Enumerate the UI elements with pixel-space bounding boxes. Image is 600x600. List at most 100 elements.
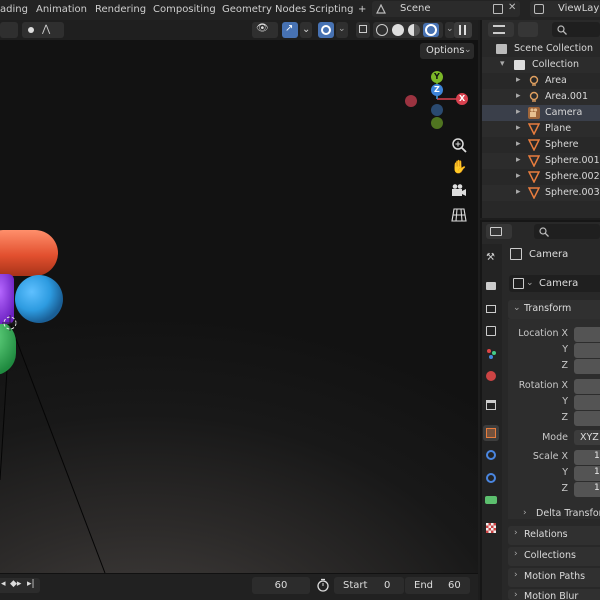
chevron-right-icon[interactable]: ▸ xyxy=(516,75,521,85)
location-y-field[interactable] xyxy=(574,343,600,358)
chevron-right-icon[interactable]: ▸ xyxy=(516,139,521,149)
outliner-row-area-001[interactable]: ▸ Area.001 xyxy=(482,89,600,105)
rotation-z-field[interactable] xyxy=(574,411,600,426)
delta-transform-subpanel[interactable]: › Delta Transform xyxy=(520,508,600,522)
view-layer-selector[interactable]: ViewLaye xyxy=(530,1,600,17)
chevron-down-icon[interactable]: ▾ xyxy=(500,59,505,69)
tab-animation[interactable]: Animation xyxy=(36,4,87,15)
solid-shading-icon[interactable] xyxy=(392,24,404,36)
outliner-row-area[interactable]: ▸ Area xyxy=(482,73,600,89)
rotation-y-field[interactable] xyxy=(574,395,600,410)
scene-selector[interactable]: Scene ✕ xyxy=(372,1,520,17)
view-layer-name[interactable]: ViewLaye xyxy=(558,3,600,14)
tab-output[interactable] xyxy=(483,301,499,317)
stopwatch-icon[interactable] xyxy=(316,578,330,592)
chevron-right-icon[interactable]: ▸ xyxy=(516,123,521,133)
tab-shading[interactable]: ading xyxy=(0,4,28,15)
pause-render-button[interactable] xyxy=(454,22,472,38)
editor-type-button[interactable] xyxy=(488,22,514,37)
end-label: End xyxy=(414,580,434,591)
outliner-row-scene-collection[interactable]: Scene Collection xyxy=(482,41,600,57)
tab-texture[interactable] xyxy=(483,520,499,536)
outliner-row-camera[interactable]: ▸ Camera xyxy=(482,105,600,121)
camera-view-button[interactable] xyxy=(451,183,467,199)
tab-collection[interactable] xyxy=(483,397,499,413)
object-icon xyxy=(513,278,524,289)
object-datablock-field[interactable]: ⌄ Camera xyxy=(509,275,600,292)
current-frame-field[interactable]: 60 xyxy=(252,577,310,594)
xray-toggle[interactable] xyxy=(356,22,370,38)
tab-compositing[interactable]: Compositing xyxy=(153,4,216,15)
chevron-right-icon[interactable]: ▸ xyxy=(516,187,521,197)
motion-paths-panel-header[interactable]: › Motion Paths xyxy=(508,568,600,587)
options-button[interactable]: Options ⌄ xyxy=(420,43,474,59)
motion-blur-panel-header[interactable]: › Motion Blur xyxy=(508,589,600,600)
copy-scene-icon[interactable] xyxy=(493,4,503,14)
shading-mode-group[interactable] xyxy=(373,22,443,38)
scale-y-field[interactable]: 1 xyxy=(574,466,600,481)
relations-panel-header[interactable]: › Relations xyxy=(508,526,600,545)
tab-view-layer[interactable] xyxy=(483,323,499,339)
chevron-right-icon[interactable]: ▸ xyxy=(516,107,521,117)
outliner-row-collection[interactable]: ▾ Collection xyxy=(482,57,600,73)
tab-render[interactable] xyxy=(483,278,499,294)
location-z-field[interactable] xyxy=(574,359,600,374)
visibility-toggle[interactable]: 👁 xyxy=(252,22,278,38)
play-reverse-icon[interactable]: ◂ xyxy=(1,579,6,589)
wireframe-shading-icon[interactable] xyxy=(376,24,388,36)
transform-orientation[interactable] xyxy=(0,22,18,38)
overlay-toggle[interactable] xyxy=(318,22,334,38)
scale-x-field[interactable]: 1 xyxy=(574,450,600,465)
overlay-dropdown[interactable]: ⌄ xyxy=(336,22,348,38)
tab-physics[interactable] xyxy=(483,447,499,463)
playback-controls[interactable]: ◂ ◆▸ ▸| xyxy=(0,578,40,593)
tab-constraints[interactable] xyxy=(483,470,499,486)
start-frame-field[interactable]: Start 0 xyxy=(334,577,404,594)
gizmo-toggle[interactable]: ↗ xyxy=(282,22,298,38)
outliner-row-plane[interactable]: ▸ Plane xyxy=(482,121,600,137)
jump-end-icon[interactable]: ▸| xyxy=(27,579,35,589)
collections-panel-header[interactable]: › Collections xyxy=(508,547,600,566)
gizmo-dropdown[interactable]: ⌄ xyxy=(300,22,312,38)
properties-search[interactable] xyxy=(534,224,600,239)
outliner-row-sphere-002[interactable]: ▸ Sphere.002 xyxy=(482,169,600,185)
transform-panel-header[interactable]: ⌄ Transform xyxy=(508,300,600,319)
rotation-mode-select[interactable]: XYZ xyxy=(574,430,600,445)
filter-mode-button[interactable] xyxy=(518,22,538,37)
outliner-row-sphere-001[interactable]: ▸ Sphere.001 xyxy=(482,153,600,169)
object-name: Camera xyxy=(529,249,569,260)
add-workspace-button[interactable]: + xyxy=(358,4,366,15)
zoom-button[interactable] xyxy=(451,137,467,153)
camera-icon xyxy=(528,107,540,119)
rendered-shading-icon[interactable] xyxy=(423,23,439,37)
chevron-right-icon: › xyxy=(514,528,518,538)
location-x-label: Location X xyxy=(518,328,568,339)
outliner-row-sphere-003[interactable]: ▸ Sphere.003 xyxy=(482,185,600,201)
close-icon[interactable]: ✕ xyxy=(508,2,516,13)
pivot-snap-group[interactable]: ⋀ xyxy=(22,22,64,38)
tab-geometry-nodes[interactable]: Geometry Nodes xyxy=(222,4,306,15)
tab-scripting[interactable]: Scripting xyxy=(309,4,353,15)
tab-scene[interactable] xyxy=(483,345,499,361)
properties-editor-type[interactable] xyxy=(486,224,512,239)
tab-world[interactable] xyxy=(483,368,499,384)
chevron-right-icon[interactable]: ▸ xyxy=(516,171,521,181)
location-x-field[interactable] xyxy=(574,327,600,342)
material-shading-icon[interactable] xyxy=(408,24,420,36)
perspective-toggle[interactable] xyxy=(451,207,467,223)
scale-z-field[interactable]: 1 xyxy=(574,482,600,497)
chevron-right-icon[interactable]: ▸ xyxy=(516,91,521,101)
outliner-row-sphere[interactable]: ▸ Sphere xyxy=(482,137,600,153)
search-field[interactable] xyxy=(552,22,600,37)
end-frame-field[interactable]: End 60 xyxy=(405,577,470,594)
rotation-x-field[interactable] xyxy=(574,379,600,394)
tab-tool[interactable]: ⚒ xyxy=(483,251,499,267)
chevron-right-icon[interactable]: ▸ xyxy=(516,155,521,165)
pan-button[interactable]: ✋ xyxy=(451,160,467,176)
tab-object[interactable] xyxy=(483,425,499,441)
jump-keyframe-icon[interactable]: ◆▸ xyxy=(10,579,21,589)
chevron-down-icon: ⌄ xyxy=(302,24,311,35)
tab-rendering[interactable]: Rendering xyxy=(95,4,146,15)
tab-object-data[interactable] xyxy=(483,492,499,508)
scene-name[interactable]: Scene xyxy=(400,3,431,14)
